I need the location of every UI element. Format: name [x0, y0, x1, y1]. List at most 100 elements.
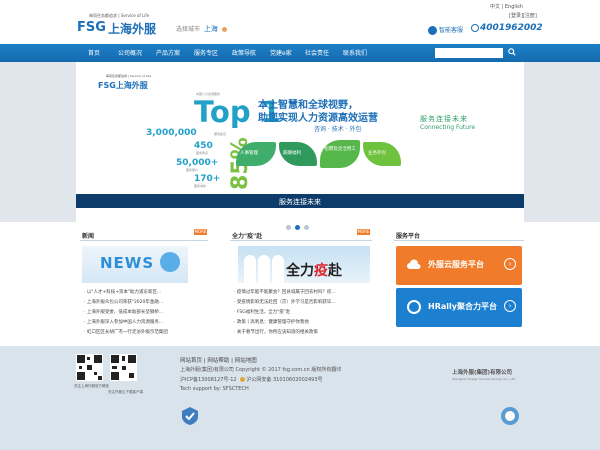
quanli-image-text-2: 疫 [314, 263, 328, 279]
city-label: 选择城市 [176, 26, 201, 33]
security-badge-icon[interactable] [500, 406, 520, 426]
lang-separator: | [501, 4, 504, 10]
carousel-dot[interactable] [304, 225, 309, 230]
nav-item-csr[interactable]: 社会责任 [305, 48, 329, 57]
icp-link[interactable]: 沪ICP备13008127号-12 [180, 377, 237, 383]
leaf-label: 人事管理 [240, 151, 258, 156]
nav-item-about[interactable]: 公司概况 [118, 48, 142, 57]
footer-company-name: 上海外服(集团)有限公司 [452, 370, 513, 376]
logo-text-en: FSG [77, 20, 106, 35]
quanli-more-button[interactable]: MORE [357, 229, 370, 235]
quanli-list: 疫情过年能不能聚会？回县城属于回农村吗？权... 受疫情影响无法赴回（京）外学习… [234, 288, 336, 338]
divider [230, 240, 372, 241]
police-record-link[interactable]: 沪公网安备 31010602002493号 [246, 377, 322, 383]
divider [394, 240, 524, 241]
qr-caption: 关注外服云下载客户端 [108, 390, 143, 394]
banner-caption: 服务连接未来 [279, 198, 321, 206]
leaf-label: 薪酬福利 [283, 151, 301, 156]
site-logo[interactable]: 每项任务都追求 | Service of Life FSG 上海外服 [77, 13, 157, 36]
footer-icp: 沪ICP备13008127号-12 沪公网安备 31010602002493号 [180, 376, 323, 383]
banner-logo-text: FSG上海外服 [98, 81, 148, 90]
hotline-number: 4001962002 [480, 23, 543, 33]
smart-service-label: 智能客服 [439, 27, 464, 34]
fsg-cloud-platform-label: 外服云服务平台 [428, 260, 484, 269]
nav-item-contact[interactable]: 联系我们 [343, 48, 367, 57]
app-qr-code [110, 354, 137, 381]
banner-slogan-cn: 服务连接未来 [420, 115, 468, 123]
news-list: 以"人才+科技+资本"助力浦东新区... 上海外服众包公司荣获"2020年金融.… [84, 288, 168, 338]
smart-service-link[interactable]: 智能客服 [428, 25, 463, 35]
logo-tagline: 每项任务都追求 | Service of Life [89, 13, 150, 18]
list-item[interactable]: 以"人才+科技+资本"助力浦东新区... [84, 288, 168, 298]
hero-banner[interactable]: 每项任务都追求 | Service of Life FSG上海外服 中国人力资源… [76, 62, 524, 222]
news-more-button[interactable]: MORE [194, 229, 207, 235]
lang-en-link[interactable]: English [505, 4, 523, 10]
logo-text-cn: 上海外服 [108, 22, 157, 36]
register-link[interactable]: [注册] [523, 13, 537, 19]
language-switch: 中文 | English [490, 3, 523, 10]
trust-badge-icon[interactable] [180, 406, 200, 426]
arrow-right-icon: › [504, 300, 516, 312]
list-item[interactable]: FSG福利生活，全力"疫"赴 [234, 308, 336, 318]
city-value: 上海 [203, 25, 218, 33]
login-link[interactable]: [登录] [509, 13, 523, 19]
divider [80, 240, 208, 241]
news-banner-image[interactable]: NEWS [82, 246, 188, 283]
city-selector[interactable]: 选择城市 上海 [176, 24, 227, 34]
banner-logo: 每项任务都追求 | Service of Life FSG上海外服 [98, 74, 151, 91]
search-icon[interactable] [508, 48, 516, 56]
hrally-platform-label: HRally聚合力平台 [428, 302, 497, 311]
list-item[interactable]: 上海外服受委、低成本助部长坚钢桥... [84, 308, 168, 318]
news-title: 新闻 [82, 233, 95, 240]
phone-icon [471, 23, 479, 32]
list-item[interactable]: 上海外服深入参加中国人力资源服务... [84, 318, 168, 328]
stat-note: 服务网点 [196, 151, 209, 155]
hrally-platform-button[interactable]: HRally聚合力平台 › [396, 288, 522, 327]
fsg-cloud-platform-button[interactable]: 外服云服务平台 › [396, 246, 522, 285]
list-item[interactable]: 疫情过年能不能聚会？回县城属于回农村吗？权... [234, 288, 336, 298]
footer-links: 网站首页 | 网站帮助 | 网站地图 [180, 356, 257, 364]
news-image-text: NEWS [100, 254, 155, 272]
wechat-qr-code [76, 354, 103, 381]
leaf-recruit [320, 140, 360, 168]
banner-subline: 咨询 · 技术 · 外包 [314, 126, 362, 133]
banner-slogan-en: Connecting Future [420, 124, 476, 131]
quanli-banner-image[interactable]: 全力疫赴 [238, 246, 370, 283]
nav-item-products[interactable]: 产品方案 [156, 48, 180, 57]
lang-cn-link[interactable]: 中文 [490, 4, 500, 10]
footer-link-home[interactable]: 网站首页 [180, 358, 202, 364]
quanli-image-text-1: 全力 [286, 263, 314, 279]
list-item[interactable]: 上海外服众包公司荣获"2020年金融... [84, 298, 168, 308]
cloud-icon [407, 259, 421, 269]
hrally-icon [407, 300, 421, 314]
nav-item-services[interactable]: 服务专区 [194, 48, 218, 57]
stat-note: 服务客户 [186, 168, 199, 172]
service-title: 服务平台 [396, 233, 421, 240]
quanli-title: 全力"疫"赴 [232, 233, 263, 240]
banner-headline-2: 助您实现人力资源高效运营 [258, 113, 378, 124]
medic-figure [258, 255, 270, 283]
medic-figure [272, 255, 284, 283]
nav-item-home[interactable]: 首页 [88, 48, 100, 57]
search-input[interactable] [435, 48, 503, 58]
stat-value: 450 [194, 141, 213, 151]
location-icon [221, 27, 227, 32]
footer-link-sitemap[interactable]: 网站地图 [235, 358, 257, 364]
footer-link-help[interactable]: 网站帮助 [207, 358, 229, 364]
list-item[interactable]: 关于春节出行，你所应该知道的相关政策 [234, 328, 336, 338]
nav-item-party[interactable]: 党建e家 [270, 48, 292, 57]
stat-value: 170+ [194, 174, 221, 184]
carousel-dot-active[interactable] [295, 225, 300, 230]
list-item[interactable]: 虹口区区长胡广杰一行走访外服示范集团 [84, 328, 168, 338]
medic-figure [244, 255, 256, 283]
quanli-image-text: 全力疫赴 [286, 260, 342, 280]
list-item[interactable]: 政策丨高利息：健康管理守护你我他 [234, 318, 336, 328]
carousel-dot[interactable] [286, 225, 291, 230]
list-item[interactable]: 受疫情影响无法赴回（京）外学习是否影响获毕... [234, 298, 336, 308]
nav-item-policy[interactable]: 政策导航 [232, 48, 256, 57]
leaf-label: 业务外包 [368, 151, 386, 156]
police-badge-icon [239, 377, 245, 382]
header: 每项任务都追求 | Service of Life FSG 上海外服 选择城市 … [0, 0, 600, 44]
stat-note: 服务城市 [194, 184, 207, 188]
banner-logo-tagline: 每项任务都追求 | Service of Life [106, 74, 152, 78]
